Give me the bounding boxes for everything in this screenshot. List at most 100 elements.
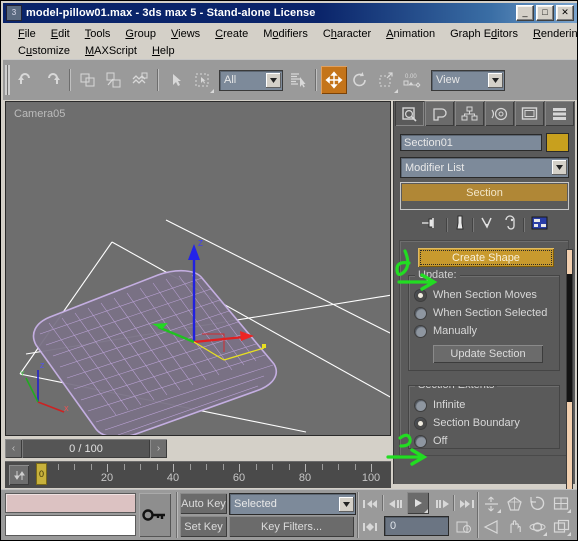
select-and-link-button[interactable]	[75, 66, 101, 94]
zoom-button[interactable]	[480, 493, 502, 514]
make-unique-icon[interactable]	[480, 215, 496, 236]
play-animation-button[interactable]	[407, 492, 429, 514]
select-and-rotate-button[interactable]	[347, 66, 373, 94]
key-filter-dropdown[interactable]: Selected	[229, 493, 356, 515]
chevron-down-icon[interactable]	[339, 496, 354, 512]
track-bar[interactable]: 20 40 60 80 100 0	[5, 461, 391, 488]
go-to-end-button[interactable]	[456, 493, 478, 514]
menu-item-customize[interactable]: Customize	[11, 43, 78, 59]
key-mode-toggle-button[interactable]	[359, 516, 381, 537]
pan-button[interactable]	[503, 516, 525, 537]
menu-item-character[interactable]: Character	[316, 26, 379, 42]
menu-item-graph-editors[interactable]: Graph Editors	[443, 26, 526, 42]
section-parameters-rollout: Create Shape Update: When Section Moves …	[399, 240, 569, 456]
maximize-button[interactable]: □	[536, 5, 554, 21]
menu-item-maxscript[interactable]: MAXScript	[78, 43, 145, 59]
configure-modifier-sets-icon[interactable]	[531, 215, 549, 236]
unlink-selection-button[interactable]	[101, 66, 127, 94]
show-end-result-icon[interactable]	[454, 215, 466, 236]
status-fields	[5, 493, 136, 536]
select-object-button[interactable]	[163, 66, 189, 94]
viewport-camera05[interactable]: Z Z X Y Camera05	[5, 101, 391, 436]
min-max-toggle-button[interactable]	[550, 516, 572, 537]
select-region-button[interactable]	[189, 66, 215, 94]
redo-button[interactable]	[39, 66, 65, 94]
menu-item-rendering[interactable]: Rendering	[526, 26, 577, 42]
display-tab[interactable]	[515, 101, 544, 126]
ruler-tick-label: 80	[298, 472, 312, 484]
utilities-tab[interactable]	[545, 101, 574, 126]
go-to-start-button[interactable]	[359, 493, 381, 514]
scrollbar-thumb[interactable]	[567, 274, 572, 402]
time-configuration-button[interactable]	[453, 516, 475, 537]
menu-item-animation[interactable]: Animation	[379, 26, 443, 42]
select-and-scale-button[interactable]	[373, 66, 399, 94]
modifier-stack-tools	[394, 212, 575, 238]
create-tab[interactable]	[395, 101, 424, 126]
auto-key-button[interactable]: Auto Key	[180, 493, 227, 514]
ruler-tick-label: 100	[361, 472, 381, 484]
key-filters-button[interactable]: Key Filters...	[229, 516, 354, 537]
separator	[523, 218, 525, 232]
menu-item-modifiers[interactable]: Modifiers	[256, 26, 316, 42]
remove-modifier-icon[interactable]	[503, 214, 517, 236]
undo-button[interactable]	[13, 66, 39, 94]
zoom-region-button[interactable]	[550, 493, 572, 514]
menu-item-create[interactable]: Create	[208, 26, 256, 42]
time-slider[interactable]: ‹ 0 / 100 ›	[5, 439, 167, 458]
object-name-field[interactable]: Section01	[400, 134, 542, 151]
timeline-ruler[interactable]: 20 40 60 80 100	[33, 462, 389, 488]
create-shape-button[interactable]: Create Shape	[418, 248, 554, 267]
select-and-move-button[interactable]	[321, 66, 347, 94]
zoom-all-button[interactable]	[503, 493, 525, 514]
object-color-swatch[interactable]	[546, 133, 569, 152]
minimize-button[interactable]: _	[516, 5, 534, 21]
update-section-button[interactable]: Update Section	[433, 345, 543, 363]
arc-rotate-button[interactable]	[526, 516, 548, 537]
modifier-stack-item-section[interactable]: Section	[402, 184, 567, 201]
menu-bar: File Edit Tools Group Views Create Modifiers Ch…	[3, 25, 577, 59]
chevron-down-icon[interactable]	[552, 160, 567, 175]
bind-to-space-warp-button[interactable]	[127, 66, 153, 94]
radio-infinite[interactable]: Infinite	[415, 396, 553, 414]
time-slider-handle[interactable]: 0 / 100	[22, 439, 150, 458]
use-pivot-point-center-button[interactable]: 0.00	[399, 66, 425, 94]
radio-manually[interactable]: Manually	[415, 322, 553, 340]
ruler-tick	[288, 464, 290, 470]
modifier-stack[interactable]: Section	[400, 182, 569, 210]
select-by-name-button[interactable]	[285, 66, 311, 94]
close-button[interactable]: ✕	[556, 5, 574, 21]
radio-off[interactable]: Off	[415, 432, 553, 448]
current-frame-field[interactable]: 0	[384, 516, 449, 536]
previous-frame-button[interactable]	[385, 493, 407, 514]
field-of-view-button[interactable]	[480, 516, 502, 537]
modifier-list-dropdown[interactable]: Modifier List	[400, 157, 569, 178]
menu-item-views[interactable]: Views	[164, 26, 208, 42]
previous-frame-arrow[interactable]: ‹	[5, 439, 22, 458]
pin-stack-icon[interactable]	[420, 216, 440, 235]
selection-lock-key-button[interactable]	[139, 493, 171, 537]
radio-when-section-moves[interactable]: When Section Moves	[415, 286, 553, 304]
chevron-down-icon[interactable]	[488, 72, 503, 88]
motion-tab[interactable]	[485, 101, 514, 126]
toolbar-grip[interactable]	[5, 65, 10, 95]
menu-item-help[interactable]: Help	[145, 43, 183, 59]
menu-item-edit[interactable]: Edit	[44, 26, 78, 42]
playhead[interactable]: 0	[36, 463, 47, 485]
modify-tab[interactable]	[425, 101, 454, 126]
radio-section-boundary[interactable]: Section Boundary	[415, 414, 553, 432]
reference-coordinate-dropdown[interactable]: View	[431, 69, 505, 91]
open-mini-curve-editor-button[interactable]	[9, 465, 29, 485]
radio-when-section-selected[interactable]: When Section Selected	[415, 304, 553, 322]
hierarchy-tab[interactable]	[455, 101, 484, 126]
next-frame-arrow[interactable]: ›	[150, 439, 167, 458]
zoom-extents-button[interactable]	[526, 493, 548, 514]
menu-item-tools[interactable]: Tools	[78, 26, 119, 42]
selection-filter-dropdown[interactable]: All	[219, 69, 283, 91]
set-key-button[interactable]: Set Key	[180, 516, 227, 537]
chevron-down-icon[interactable]	[266, 72, 281, 88]
menu-item-group[interactable]: Group	[118, 26, 164, 42]
next-frame-button[interactable]	[431, 493, 453, 514]
menu-item-file[interactable]: File	[11, 26, 44, 42]
selection-filter-value: All	[224, 74, 237, 86]
